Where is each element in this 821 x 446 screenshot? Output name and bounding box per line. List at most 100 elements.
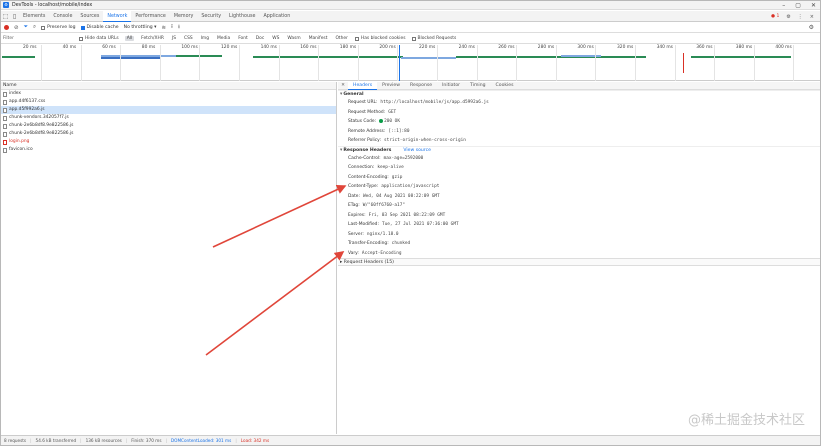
timeline-tick-label: 120 ms bbox=[221, 45, 238, 50]
filter-type-media[interactable]: Media bbox=[216, 36, 231, 41]
tab-preview[interactable]: Preview bbox=[377, 82, 405, 90]
preserve-log-checkbox[interactable]: Preserve log bbox=[41, 25, 76, 30]
header-row: Request URL: http://localhost/mobile/js/a… bbox=[338, 98, 820, 108]
close-detail-icon[interactable]: ✕ bbox=[338, 83, 348, 88]
header-row: Connection: keep-alive bbox=[338, 163, 820, 173]
expand-arrow-icon: ▾ bbox=[340, 147, 343, 153]
clear-icon[interactable]: ⊘ bbox=[14, 25, 19, 31]
timeline-gridline bbox=[635, 45, 636, 81]
timeline-gridline bbox=[397, 45, 398, 81]
network-overview-timeline[interactable]: 20 ms 40 ms 60 ms 80 ms 100 ms 120 ms 140 ms 16… bbox=[1, 45, 820, 81]
maximize-icon[interactable]: ▢ bbox=[795, 2, 801, 9]
tab-security[interactable]: Security bbox=[197, 11, 225, 22]
header-key: Request URL: bbox=[348, 100, 378, 105]
export-icon[interactable]: ⭳ bbox=[178, 23, 180, 32]
device-toggle-icon[interactable]: ▯ bbox=[10, 11, 19, 22]
tab-response[interactable]: Response bbox=[405, 82, 437, 90]
filter-type-font[interactable]: Font bbox=[237, 36, 249, 41]
request-row[interactable]: app.d4f6137.css bbox=[1, 98, 336, 106]
tab-initiator[interactable]: Initiator bbox=[437, 82, 465, 90]
header-key: Status Code: bbox=[348, 119, 377, 124]
tab-timing[interactable]: Timing bbox=[465, 82, 491, 90]
settings-icon[interactable]: ⚙ bbox=[786, 14, 790, 20]
tab-sources[interactable]: Sources bbox=[76, 11, 103, 22]
request-row[interactable]: chunk-vendors.342057f7.js bbox=[1, 114, 336, 122]
close-window-icon[interactable]: ✕ bbox=[811, 2, 816, 9]
filter-type-wasm[interactable]: Wasm bbox=[286, 36, 301, 41]
header-key: Cache-Control: bbox=[348, 155, 381, 161]
filter-type-all[interactable]: All bbox=[124, 36, 135, 41]
filter-type-doc[interactable]: Doc bbox=[255, 36, 265, 41]
header-key: Transfer-Encoding: bbox=[348, 241, 389, 246]
tab-cookies[interactable]: Cookies bbox=[491, 82, 519, 90]
error-count-badge[interactable]: ● 1 bbox=[771, 14, 779, 19]
network-settings-icon[interactable]: ⚙ bbox=[809, 23, 814, 33]
throttling-select[interactable]: No throttling ▾ bbox=[124, 25, 157, 30]
minimize-icon[interactable]: – bbox=[782, 2, 785, 9]
header-row: Content-Encoding: gzip bbox=[338, 173, 820, 183]
filter-type-fetch[interactable]: Fetch/XHR bbox=[140, 36, 165, 41]
request-name: chunk-vendors.342057f7.js bbox=[9, 115, 69, 120]
filter-type-other[interactable]: Other bbox=[334, 36, 348, 41]
header-value: gzip bbox=[391, 174, 403, 180]
search-icon[interactable]: ⌕ bbox=[33, 24, 36, 31]
wifi-icon[interactable]: ≋ bbox=[161, 25, 166, 31]
filter-type-img[interactable]: Img bbox=[200, 36, 210, 41]
tab-elements[interactable]: Elements bbox=[19, 11, 49, 22]
filter-icon[interactable]: ⏷ bbox=[24, 24, 28, 31]
request-name: app.d4f6137.css bbox=[9, 99, 46, 104]
tab-memory[interactable]: Memory bbox=[170, 11, 198, 22]
request-row[interactable]: chunk-2e6b8df8.9e822586.js bbox=[1, 122, 336, 130]
header-key: Connection: bbox=[348, 165, 375, 170]
tab-application[interactable]: Application bbox=[259, 11, 294, 22]
filter-input[interactable]: Filter bbox=[3, 36, 73, 41]
filter-type-css[interactable]: CSS bbox=[183, 36, 194, 41]
timeline-gridline bbox=[753, 45, 755, 81]
blocked-cookies-checkbox[interactable]: Has blocked cookies bbox=[354, 36, 406, 41]
view-source-link[interactable]: View source bbox=[403, 148, 431, 153]
header-row: Server: nginx/1.18.0 bbox=[338, 230, 820, 240]
filter-type-ws[interactable]: WS bbox=[271, 36, 280, 41]
close-devtools-icon[interactable]: × bbox=[810, 14, 814, 20]
request-headers-section-header[interactable]: ▸ Request Headers (15) bbox=[338, 258, 820, 266]
timeline-bar bbox=[253, 56, 403, 58]
timeline-gridline bbox=[80, 45, 82, 81]
timeline-tick-label: 400 ms bbox=[775, 45, 792, 50]
record-icon[interactable] bbox=[4, 25, 9, 30]
disable-cache-checkbox[interactable]: Disable cache bbox=[80, 25, 119, 30]
header-row: Request Method: GET bbox=[338, 108, 820, 118]
file-icon bbox=[3, 99, 7, 105]
general-section-header[interactable]: ▾General bbox=[338, 90, 820, 98]
error-count: 1 bbox=[776, 14, 780, 19]
filter-type-js[interactable]: JS bbox=[171, 36, 177, 41]
tab-headers[interactable]: Headers bbox=[348, 81, 378, 90]
timeline-tick-label: 260 ms bbox=[498, 45, 515, 50]
devtools-window: ⚙ DevTools - localhost/mobile/index – ▢ … bbox=[0, 0, 821, 446]
request-row-error[interactable]: login.png bbox=[1, 138, 336, 146]
request-name: favicon.ico bbox=[9, 147, 33, 152]
name-column-header[interactable]: Name bbox=[1, 82, 336, 90]
more-menu-icon[interactable]: ⋮ bbox=[798, 14, 803, 20]
filter-type-manifest[interactable]: Manifest bbox=[308, 36, 329, 41]
tab-performance[interactable]: Performance bbox=[131, 11, 169, 22]
request-row[interactable]: favicon.ico bbox=[1, 146, 336, 154]
tab-lighthouse[interactable]: Lighthouse bbox=[225, 11, 259, 22]
header-key: Request Method: bbox=[348, 109, 386, 115]
hide-data-urls-checkbox[interactable]: Hide data URLs bbox=[79, 36, 119, 41]
request-name: index bbox=[9, 91, 22, 96]
request-row[interactable]: index bbox=[1, 90, 336, 98]
response-headers-section-header[interactable]: ▾Response Headers View source bbox=[338, 145, 820, 154]
dom-content-loaded-time: DOMContentLoaded: 301 ms bbox=[170, 438, 232, 443]
request-row-selected[interactable]: app.d5f992a6.js bbox=[1, 106, 336, 114]
watermark: @稀土掘金技术社区 bbox=[687, 413, 805, 428]
tab-network[interactable]: Network bbox=[103, 10, 132, 22]
header-row: Referrer Policy: strict-origin-when-cross… bbox=[338, 136, 820, 146]
checkbox-icon bbox=[79, 36, 83, 41]
checkbox-icon bbox=[41, 25, 46, 30]
request-row[interactable]: chunk-2e6b8df8.9e822586.js bbox=[1, 130, 336, 138]
tab-console[interactable]: Console bbox=[49, 11, 76, 22]
status-ok-icon bbox=[379, 118, 384, 123]
import-icon[interactable]: ⭱ bbox=[171, 23, 173, 32]
blocked-requests-checkbox[interactable]: Blocked Requests bbox=[411, 36, 456, 41]
inspect-icon[interactable]: ⬚ bbox=[1, 11, 10, 22]
